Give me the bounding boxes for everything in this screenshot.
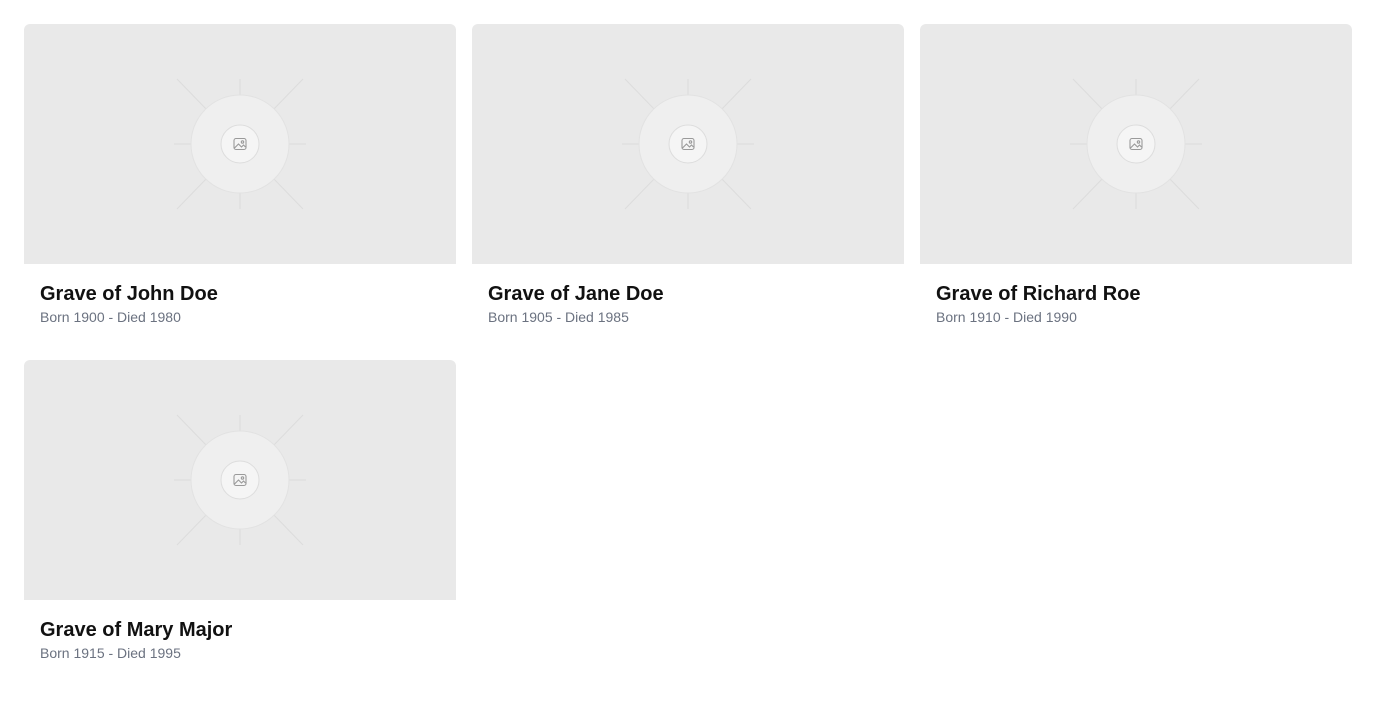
card-title: Grave of Richard Roe [936,283,1141,305]
image-placeholder-icon [622,78,754,210]
card-title: Grave of John Doe [40,283,218,305]
card-subtitle: Born 1905 - Died 1985 [488,309,629,325]
grave-card-grid: Grave of John Doe Born 1900 - Died 1980 [24,24,1352,696]
image-placeholder-icon [1070,78,1202,210]
card-subtitle: Born 1910 - Died 1990 [936,309,1077,325]
image-placeholder-icon [174,78,306,210]
image-placeholder-icon [174,414,306,546]
grave-card[interactable]: Grave of John Doe Born 1900 - Died 1980 [24,24,456,360]
card-image-placeholder [24,360,456,600]
card-subtitle: Born 1900 - Died 1980 [40,309,181,325]
grave-card[interactable]: Grave of Jane Doe Born 1905 - Died 1985 [472,24,904,360]
card-subtitle: Born 1915 - Died 1995 [40,645,181,661]
card-image-placeholder [24,24,456,264]
card-title: Grave of Mary Major [40,619,233,641]
card-image-placeholder [472,24,904,264]
grave-card[interactable]: Grave of Richard Roe Born 1910 - Died 19… [920,24,1352,360]
card-image-placeholder [920,24,1352,264]
card-title: Grave of Jane Doe [488,283,664,305]
grave-card[interactable]: Grave of Mary Major Born 1915 - Died 199… [24,360,456,696]
